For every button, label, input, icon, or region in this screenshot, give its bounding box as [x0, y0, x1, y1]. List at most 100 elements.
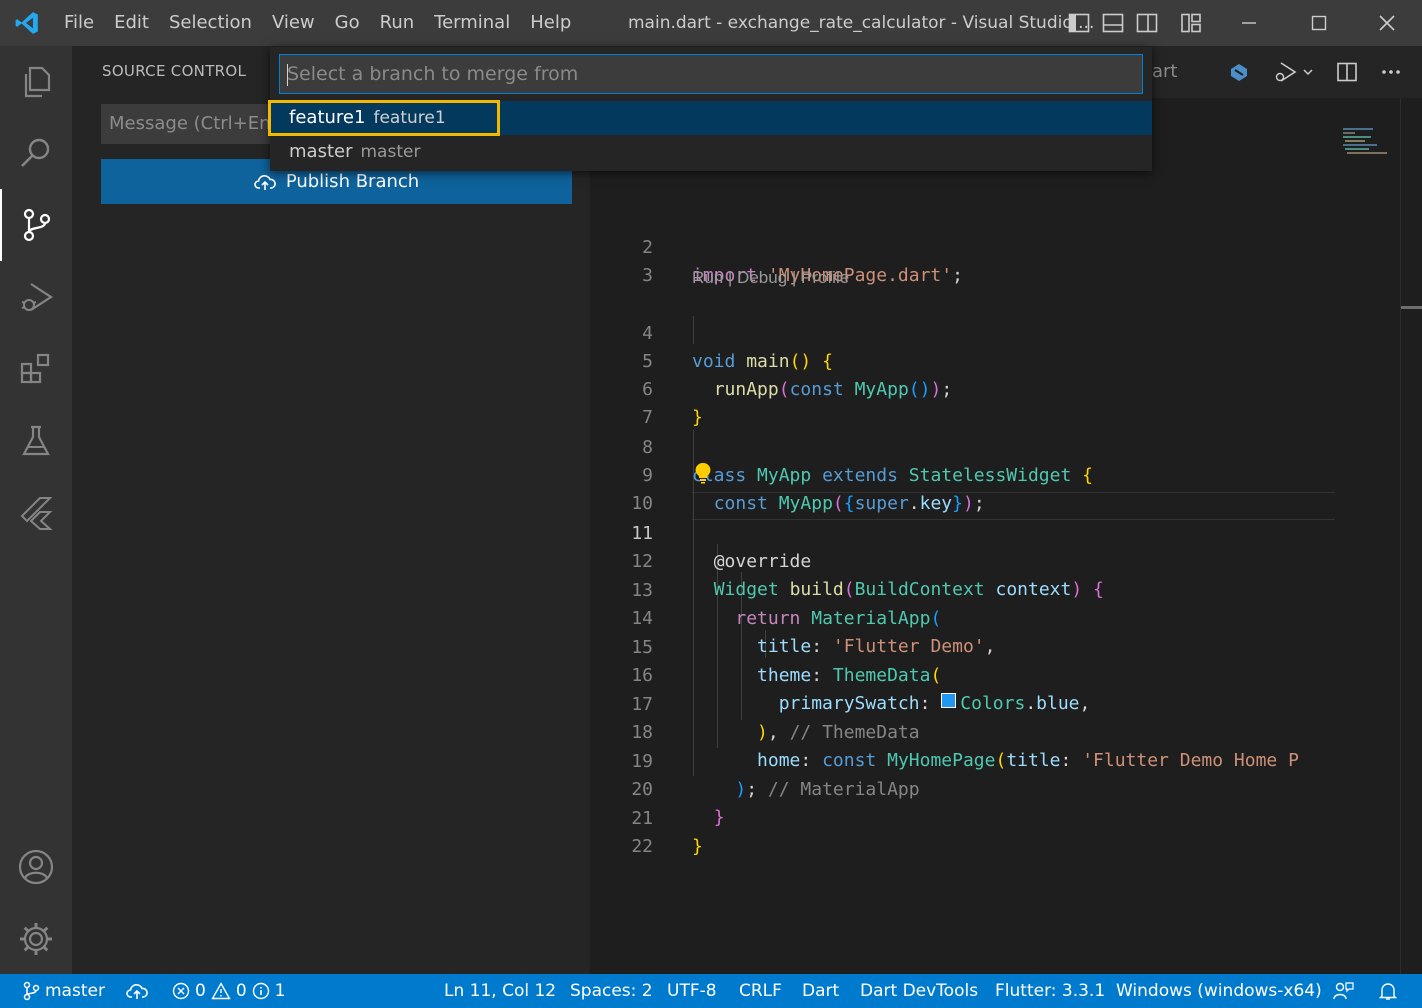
minimize-button[interactable]: [1214, 0, 1284, 46]
minimap[interactable]: [1335, 98, 1405, 974]
code-line: 19 ); // MaterialApp: [631, 751, 920, 800]
code-line: 18 home: const MyHomePage(title: 'Flutte…: [631, 722, 1299, 771]
error-icon: [172, 982, 190, 1000]
status-bar: master 0 0 1 Ln 11, Col 12 Spaces: 2 UTF…: [0, 974, 1422, 1008]
code-line: 15 theme: ThemeData(: [631, 637, 942, 686]
notifications-status[interactable]: [1378, 974, 1398, 1008]
source-control-icon: [23, 208, 51, 242]
sidebar-title: SOURCE CONTROL: [102, 62, 247, 80]
editor-actions: [1228, 46, 1402, 98]
codelens-run-debug-profile[interactable]: Run | Debug | Profile: [692, 268, 849, 288]
feedback-status[interactable]: [1332, 974, 1354, 1008]
dart-devtools-status[interactable]: Dart DevTools: [860, 974, 978, 1008]
testing-tab[interactable]: [0, 405, 72, 477]
device-status[interactable]: Windows (windows-x64): [1116, 974, 1322, 1008]
branch-option-label: master: [289, 141, 353, 162]
code-line: 2 import 'MyHomePage.dart';: [642, 237, 963, 286]
maximize-icon: [1311, 15, 1327, 31]
eol-status[interactable]: CRLF: [739, 974, 782, 1008]
flutter-tab[interactable]: [0, 477, 72, 549]
layout-controls: [1068, 0, 1204, 46]
vscode-logo-icon: [0, 0, 54, 46]
warning-icon: [211, 982, 231, 1000]
branch-filter-input[interactable]: Select a branch to merge from: [279, 54, 1143, 94]
files-icon: [24, 66, 51, 98]
branch-option-description: master: [360, 142, 421, 162]
toggle-sidebar-icon[interactable]: [1068, 12, 1090, 34]
menu-edit[interactable]: Edit: [104, 0, 159, 46]
code-line: 20 }: [631, 779, 725, 828]
manage-tab[interactable]: [0, 903, 72, 975]
code-line: 14 title: 'Flutter Demo',: [631, 608, 996, 657]
code-line: 21 }: [631, 808, 703, 857]
code-line: 7: [642, 407, 653, 428]
publish-status[interactable]: [126, 974, 148, 1008]
dart-devtools-icon[interactable]: [1228, 61, 1250, 83]
branch-name: master: [45, 981, 105, 1001]
title-bar: File Edit Selection View Go Run Terminal…: [0, 0, 1422, 46]
split-editor-icon[interactable]: [1336, 61, 1358, 83]
beaker-icon: [22, 425, 50, 456]
branch-status[interactable]: master: [22, 974, 105, 1008]
chevron-down-icon: [1303, 69, 1313, 76]
maximize-button[interactable]: [1284, 0, 1354, 46]
customize-layout-icon[interactable]: [1180, 12, 1204, 34]
search-tab[interactable]: [0, 117, 72, 189]
menu-terminal[interactable]: Terminal: [424, 0, 520, 46]
code-line: 9 const MyApp({super.key});: [642, 465, 985, 514]
extensions-tab[interactable]: [0, 333, 72, 405]
code-line: 4 void main() {: [642, 323, 833, 372]
menu-file[interactable]: File: [54, 0, 104, 46]
branch-filter-placeholder: Select a branch to merge from: [287, 63, 579, 85]
toggle-secondary-sidebar-icon[interactable]: [1136, 12, 1158, 34]
indentation-status[interactable]: Spaces: 2: [570, 974, 653, 1008]
more-actions-icon[interactable]: [1380, 61, 1402, 83]
flutter-version-status[interactable]: Flutter: 3.3.1: [995, 974, 1105, 1008]
error-count: 0: [195, 981, 206, 1001]
close-window-button[interactable]: [1352, 0, 1422, 46]
branch-icon: [23, 981, 40, 1001]
source-control-tab[interactable]: [0, 189, 72, 261]
menu-go[interactable]: Go: [325, 0, 370, 46]
run-debug-dropdown[interactable]: [1272, 60, 1314, 84]
code-line: 6 }: [642, 379, 703, 428]
editor-scrollbar[interactable]: [1400, 98, 1422, 974]
code-line: 16 primarySwatch: Colors.blue,: [631, 665, 1091, 714]
info-count: 1: [274, 981, 286, 1001]
menu-selection[interactable]: Selection: [159, 0, 262, 46]
code-line: 22: [631, 836, 653, 857]
problems-status[interactable]: 0 0 1: [172, 974, 285, 1008]
search-icon: [21, 138, 50, 167]
cloud-upload-icon: [254, 174, 276, 190]
code-line: 8 class MyApp extends StatelessWidget {: [642, 437, 1094, 486]
accounts-tab[interactable]: [0, 831, 72, 903]
toggle-panel-icon[interactable]: [1102, 12, 1124, 34]
editor-group: art 2 import 'MyHomePage.dart'; 3 Run | …: [590, 46, 1422, 974]
close-icon: [1379, 15, 1395, 31]
info-icon: [252, 982, 269, 1000]
activity-bar: [0, 46, 72, 974]
source-control-sidebar: SOURCE CONTROL Message (Ctrl+Ent Publish…: [72, 46, 590, 974]
encoding-status[interactable]: UTF-8: [667, 974, 717, 1008]
account-icon: [18, 849, 54, 885]
menu-help[interactable]: Help: [520, 0, 581, 46]
explorer-tab[interactable]: [0, 46, 72, 118]
run-debug-icon: [21, 283, 54, 311]
lightbulb-icon[interactable]: [695, 462, 711, 489]
code-editor[interactable]: 2 import 'MyHomePage.dart'; 3 Run | Debu…: [590, 98, 1335, 974]
debug-icon: [1275, 62, 1297, 82]
language-mode-status[interactable]: Dart: [802, 974, 839, 1008]
code-line: 3: [642, 265, 653, 286]
bell-icon: [1378, 983, 1398, 1000]
menu-view[interactable]: View: [262, 0, 325, 46]
feedback-icon: [1333, 982, 1354, 1000]
cloud-upload-icon: [126, 984, 148, 999]
menu-run[interactable]: Run: [370, 0, 425, 46]
extensions-icon: [20, 353, 50, 384]
editor-tab[interactable]: art: [1152, 46, 1178, 98]
run-debug-tab[interactable]: [0, 261, 72, 333]
cursor-position-status[interactable]: Ln 11, Col 12: [444, 974, 556, 1008]
minimize-icon: [1242, 22, 1256, 24]
branch-option-master[interactable]: master master: [270, 135, 1152, 169]
window-title: main.dart - exchange_rate_calculator - V…: [628, 13, 1095, 33]
